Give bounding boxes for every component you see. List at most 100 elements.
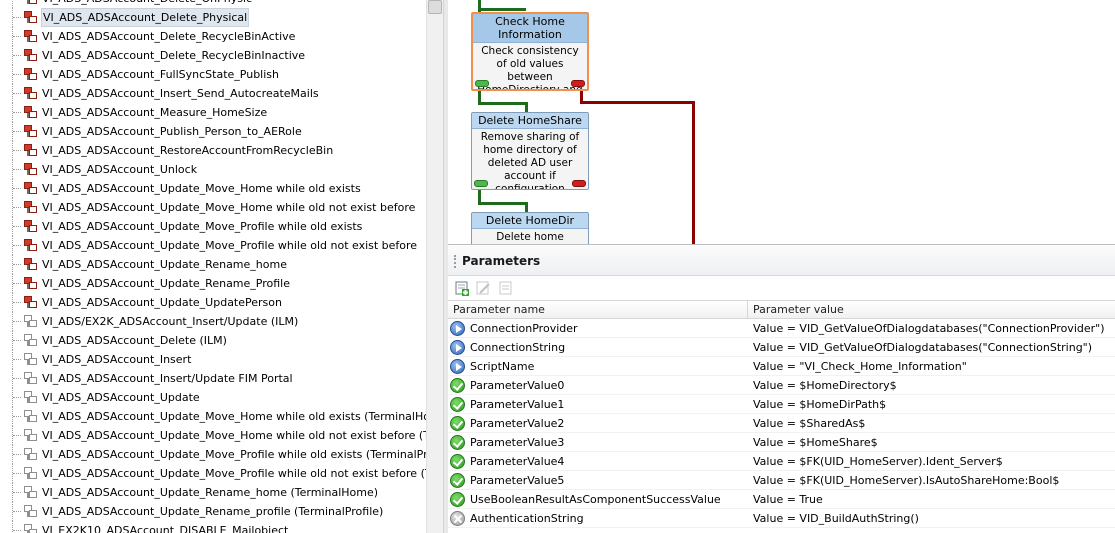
- parameter-row[interactable]: UseBooleanResultAsComponentSuccessValue V…: [448, 490, 1115, 509]
- process-icon: [24, 163, 38, 176]
- tree-item[interactable]: VI_ADS_ADSAccount_Update_Move_Profile wh…: [0, 464, 426, 483]
- tree-scrollbar-thumb[interactable]: [428, 0, 442, 14]
- tree-item[interactable]: VI_ADS_ADSAccount_Update_Move_Profile wh…: [0, 236, 426, 255]
- process-icon: [24, 106, 38, 119]
- tree-item[interactable]: VI_ADS_ADSAccount_Delete_RecycleBinActiv…: [0, 27, 426, 46]
- ok-connector-1-in: [525, 102, 528, 112]
- tree-item[interactable]: VI_ADS_ADSAccount_FullSyncState_Publish: [0, 65, 426, 84]
- parameter-row[interactable]: ParameterValue1 Value = $HomeDirPath$: [448, 395, 1115, 414]
- tree-item[interactable]: VI_ADS_ADSAccount_Delete_RecycleBinInact…: [0, 46, 426, 65]
- wf-node-check-home-information[interactable]: Check Home Information Check consistency…: [471, 12, 589, 91]
- tree-item[interactable]: VI_ADS_ADSAccount_Publish_Person_to_AERo…: [0, 122, 426, 141]
- parameter-name: ConnectionString: [470, 341, 566, 354]
- tree-item[interactable]: VI_ADS_ADSAccount_Delete (ILM): [0, 331, 426, 350]
- parameter-row[interactable]: ConnectionString Value = VID_GetValueOfDi…: [448, 338, 1115, 357]
- error-port-icon[interactable]: [572, 180, 586, 187]
- tree-item[interactable]: VI_ADS_ADSAccount_Insert/Update FIM Port…: [0, 369, 426, 388]
- tree-item[interactable]: VI_ADS_ADSAccount_Update_Move_Home while…: [0, 198, 426, 217]
- tree-connector-line: [12, 160, 21, 179]
- tree-item[interactable]: VI_ADS_ADSAccount_Update_Move_Profile wh…: [0, 445, 426, 464]
- tree-item[interactable]: VI_ADS_ADSAccount_Update_Rename_profile …: [0, 502, 426, 521]
- tree-item[interactable]: VI_ADS_ADSAccount_Measure_HomeSize: [0, 103, 426, 122]
- parameter-value: Value = True: [753, 493, 823, 506]
- parameter-value: Value = $FK(UID_HomeServer).Ident_Server…: [753, 455, 1003, 468]
- tree-item[interactable]: VI_EX2K10_ADSAccount_DISABLE_Mailobject: [0, 521, 426, 533]
- process-icon: [24, 353, 38, 366]
- tree-item[interactable]: VI_ADS_ADSAccount_Update_Move_Home while…: [0, 179, 426, 198]
- check-circle-icon: [450, 492, 465, 507]
- tree-item[interactable]: VI_ADS_ADSAccount_Update_UpdatePerson: [0, 293, 426, 312]
- process-icon: [24, 429, 38, 442]
- parameter-value: Value = $SharedAs$: [753, 417, 866, 430]
- tree-item-label: VI_ADS_ADSAccount_Update_Rename_profile …: [42, 505, 384, 518]
- edit-parameter-icon[interactable]: [475, 280, 491, 296]
- tree-item[interactable]: VI_ADS_ADSAccount_Update_Rename_Profile: [0, 274, 426, 293]
- process-icon: [24, 239, 38, 252]
- process-icon: [24, 315, 38, 328]
- tree-scrollbar[interactable]: [426, 0, 443, 533]
- tree-connector-line: [12, 274, 21, 293]
- wf-node-title: Delete HomeShare: [472, 113, 588, 129]
- parameter-row[interactable]: AuthenticationString Value = VID_BuildAut…: [448, 509, 1115, 528]
- add-parameter-icon[interactable]: [454, 280, 470, 296]
- success-port-icon[interactable]: [475, 80, 489, 87]
- tree-item[interactable]: VI_ADS_ADSAccount_Update_Move_Profile wh…: [0, 217, 426, 236]
- process-icon: [24, 125, 38, 138]
- tree-item[interactable]: VI_ADS_ADSAccount_Unlock: [0, 160, 426, 179]
- process-icon: [24, 410, 38, 423]
- tree-item[interactable]: VI_ADS_ADSAccount_Insert: [0, 350, 426, 369]
- parameter-row[interactable]: ScriptName Value = "VI_Check_Home_Informa…: [448, 357, 1115, 376]
- tree-connector-line: [12, 255, 21, 274]
- parameters-toolbar: [448, 277, 1115, 299]
- parameter-row[interactable]: ParameterValue5 Value = $FK(UID_HomeServe…: [448, 471, 1115, 490]
- parameter-row[interactable]: ConnectionProvider Value = VID_GetValueOf…: [448, 319, 1115, 338]
- tree-item[interactable]: VI_ADS_ADSAccount_Insert_Send_Autocreate…: [0, 84, 426, 103]
- panel-grip-icon[interactable]: [454, 255, 456, 268]
- tree-item-label: VI_ADS_ADSAccount_Update_Move_Home while…: [42, 182, 361, 195]
- column-header-parameter-name[interactable]: Parameter name: [448, 301, 748, 319]
- parameter-name: ParameterValue1: [470, 398, 565, 411]
- parameter-value: Value = $HomeDirPath$: [753, 398, 887, 411]
- tree-item[interactable]: VI_ADS_ADSAccount_Update_Move_Home while…: [0, 426, 426, 445]
- wf-node-delete-homeshare[interactable]: Delete HomeShare Remove sharing of home …: [471, 112, 589, 190]
- tree-item-label: VI_ADS_ADSAccount_Update_Move_Home while…: [42, 201, 416, 214]
- workflow-canvas[interactable]: Check Home Information Check consistency…: [448, 0, 1115, 245]
- check-circle-icon: [450, 397, 465, 412]
- tree-connector-line: [12, 0, 20, 8]
- wf-node-delete-homedir[interactable]: Delete HomeDir Delete home directory of …: [471, 212, 589, 244]
- column-header-parameter-value[interactable]: Parameter value: [748, 301, 1115, 319]
- parameter-name: ParameterValue4: [470, 455, 565, 468]
- wf-node-description: Remove sharing of home directory of dele…: [480, 131, 580, 190]
- parameter-row[interactable]: ParameterValue2 Value = $SharedAs$: [448, 414, 1115, 433]
- tree-item[interactable]: VI_ADS_ADSAccount_RestoreAccountFromRecy…: [0, 141, 426, 160]
- parameter-row[interactable]: ParameterValue4 Value = $FK(UID_HomeServe…: [448, 452, 1115, 471]
- tree-item[interactable]: VI_ADS_ADSAccount_Update_Rename_home: [0, 255, 426, 274]
- delete-parameter-icon[interactable]: [498, 280, 514, 296]
- tree-item[interactable]: VI_ADS_ADSAccount_Update_Move_Home while…: [0, 407, 426, 426]
- parameter-name: ParameterValue3: [470, 436, 565, 449]
- process-icon: [24, 277, 38, 290]
- parameter-row[interactable]: ParameterValue3 Value = $HomeShare$: [448, 433, 1115, 452]
- tree-connector-line: [12, 502, 21, 521]
- tree-item[interactable]: VI_ADS/EX2K_ADSAccount_Insert/Update (IL…: [0, 312, 426, 331]
- tree-connector-line: [12, 369, 21, 388]
- tree-item-label: VI_ADS_ADSAccount_Delete_Physical: [41, 8, 250, 27]
- tree-item[interactable]: VI_ADS_ADSAccount_Delete_Physical: [0, 8, 426, 27]
- parameter-value: Value = $HomeShare$: [753, 436, 878, 449]
- tree-item-label: VI_ADS_ADSAccount_Delete_RecycleBinInact…: [42, 49, 306, 62]
- play-circle-icon: [450, 321, 465, 336]
- err-connector-h: [580, 101, 694, 104]
- tree-item[interactable]: VI_ADS_ADSAccount_Delete_OnPhysic: [0, 0, 426, 8]
- error-port-icon[interactable]: [571, 80, 585, 87]
- tree-item[interactable]: VI_ADS_ADSAccount_Update: [0, 388, 426, 407]
- tree-connector-line: [12, 236, 21, 255]
- tree-connector-line: [12, 46, 21, 65]
- tree-item[interactable]: VI_ADS_ADSAccount_Update_Rename_home (Te…: [0, 483, 426, 502]
- tree-item-label: VI_ADS_ADSAccount_Publish_Person_to_AERo…: [42, 125, 302, 138]
- process-icon: [24, 0, 38, 5]
- parameter-row[interactable]: ParameterValue0 Value = $HomeDirectory$: [448, 376, 1115, 395]
- parameter-name: AuthenticationString: [470, 512, 584, 525]
- tree-connector-line: [12, 179, 21, 198]
- success-port-icon[interactable]: [474, 180, 488, 187]
- tree-connector-line: [12, 217, 21, 236]
